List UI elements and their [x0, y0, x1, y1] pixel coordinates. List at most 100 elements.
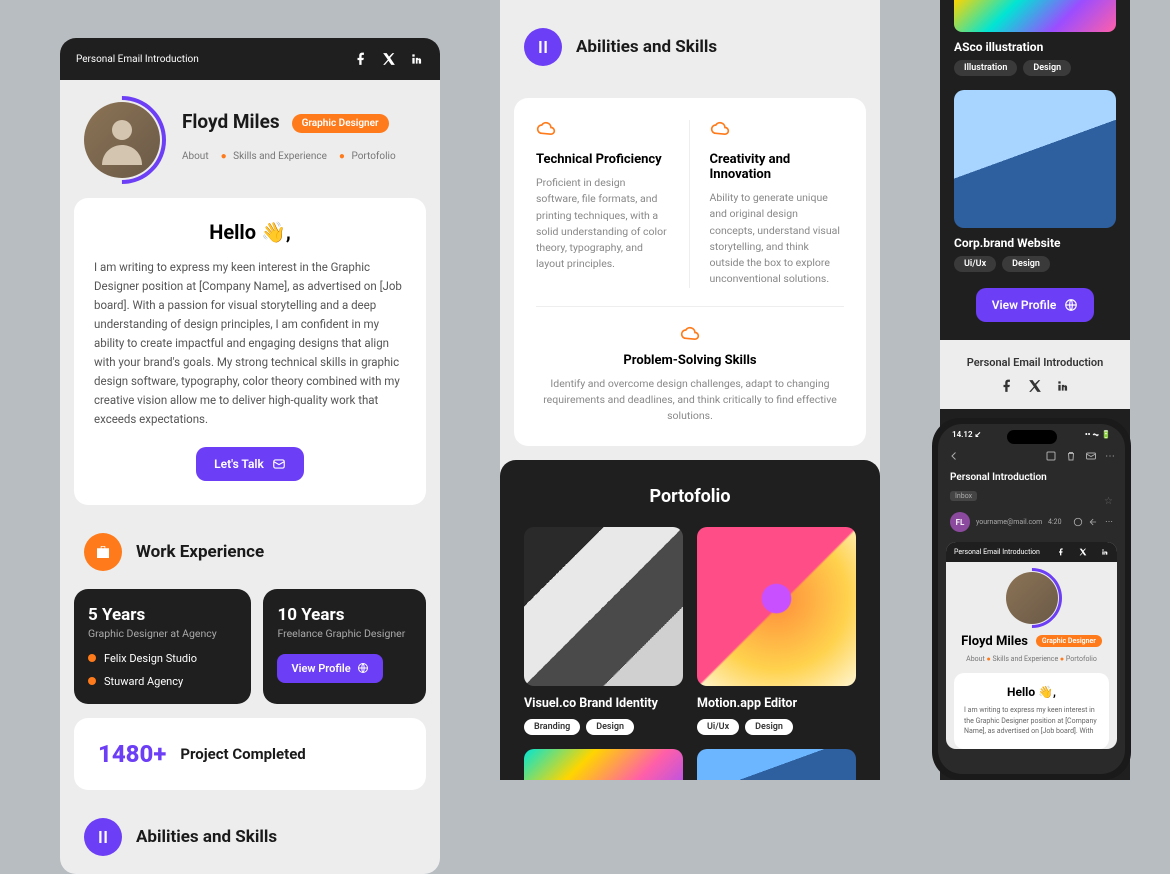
- cloud-icon: [536, 120, 671, 144]
- nav-about[interactable]: About: [182, 151, 209, 162]
- mini-text: I am writing to express my keen interest…: [964, 705, 1099, 737]
- portfolio-name: ASco illustration: [954, 40, 1116, 54]
- x-icon[interactable]: [382, 52, 396, 66]
- mini-badge: Graphic Designer: [1036, 635, 1102, 647]
- tag: Design: [1002, 256, 1050, 272]
- lets-talk-button[interactable]: Let's Talk: [196, 447, 304, 481]
- mini-name: Floyd Miles: [961, 634, 1028, 649]
- portfolio-thumb: [697, 749, 856, 780]
- mail-header: ⋯: [938, 444, 1125, 468]
- skills-header: Abilities and Skills: [500, 0, 880, 84]
- skill-title: Creativity and Innovation: [710, 152, 845, 182]
- mail-icon: [272, 457, 286, 471]
- linkedin-icon[interactable]: [1101, 548, 1109, 556]
- abilities-icon: [524, 28, 562, 66]
- view-profile-button[interactable]: View Profile: [976, 288, 1095, 322]
- stat-label: Project Completed: [180, 745, 305, 763]
- portfolio-title: Portofolio: [524, 486, 856, 507]
- mini-avatar: [1006, 572, 1058, 624]
- view-profile-button[interactable]: View Profile: [277, 654, 382, 683]
- footer: Personal Email Introduction: [940, 340, 1130, 409]
- emoji-icon[interactable]: [1073, 517, 1083, 527]
- skill-desc: Ability to generate unique and original …: [710, 190, 845, 288]
- mini-topbar-title: Personal Email Introduction: [954, 548, 1040, 556]
- tag: Branding: [524, 719, 580, 735]
- hero: Floyd Miles Graphic Designer About● Skil…: [60, 80, 440, 178]
- intro-text: I am writing to express my keen interest…: [94, 258, 406, 429]
- tag: Design: [1023, 60, 1071, 76]
- portfolio-name: Visuel.co Brand Identity: [524, 696, 683, 711]
- mini-nav: About ● Skills and Experience ● Portofol…: [958, 655, 1105, 663]
- avatar-ring: [60, 78, 184, 202]
- facebook-icon[interactable]: [354, 52, 368, 66]
- mini-intro-card: Hello 👋, I am writing to express my keen…: [954, 673, 1109, 749]
- x-icon[interactable]: [1079, 548, 1087, 556]
- social-icons: [354, 52, 424, 66]
- portfolio-section: Portofolio Visuel.co Brand Identity Bran…: [500, 460, 880, 780]
- exp-item: Felix Design Studio: [88, 652, 237, 665]
- sender-avatar: FL: [950, 512, 970, 532]
- archive-icon[interactable]: [1045, 450, 1057, 462]
- exp-years: 10 Years: [277, 605, 412, 625]
- exp-role: Graphic Designer at Agency: [88, 627, 237, 640]
- sender-time: 4:20: [1048, 518, 1062, 526]
- middle-panel: Abilities and Skills Technical Proficien…: [500, 0, 880, 780]
- exp-card-1: 5 Years Graphic Designer at Agency Felix…: [74, 589, 251, 704]
- exp-card-2: 10 Years Freelance Graphic Designer View…: [263, 589, 426, 704]
- more-icon[interactable]: ⋯: [1105, 451, 1115, 462]
- experience-row: 5 Years Graphic Designer at Agency Felix…: [60, 589, 440, 704]
- back-icon[interactable]: [948, 450, 960, 462]
- linkedin-icon[interactable]: [410, 52, 424, 66]
- work-title: Work Experience: [136, 542, 264, 562]
- tag: Illustration: [954, 60, 1017, 76]
- skills-title: Abilities and Skills: [576, 37, 717, 57]
- tag: Ui/Ux: [697, 719, 739, 735]
- portfolio-item[interactable]: [697, 749, 856, 780]
- reply-icon[interactable]: [1089, 517, 1099, 527]
- skills-title: Abilities and Skills: [136, 827, 277, 847]
- cloud-icon: [536, 325, 844, 345]
- portfolio-item[interactable]: Visuel.co Brand Identity Branding Design: [524, 527, 683, 735]
- nav-portfolio[interactable]: Portofolio: [351, 151, 395, 162]
- portfolio-item[interactable]: [524, 749, 683, 780]
- portfolio-thumb: [524, 527, 683, 686]
- skills-card: Technical Proficiency Proficient in desi…: [514, 98, 866, 446]
- tag: Design: [745, 719, 793, 735]
- star-icon[interactable]: ☆: [1104, 496, 1113, 507]
- portfolio-name: Corp.brand Website: [954, 236, 1116, 250]
- skill-col-3: Problem-Solving Skills Identify and over…: [536, 307, 844, 425]
- facebook-icon[interactable]: [1000, 379, 1014, 393]
- x-icon[interactable]: [1028, 379, 1042, 393]
- nav-skills[interactable]: Skills and Experience: [233, 151, 327, 162]
- briefcase-icon: [84, 533, 122, 571]
- delete-icon[interactable]: [1065, 450, 1077, 462]
- sender-email: yourname@mail.com: [976, 518, 1042, 526]
- skill-col-1: Technical Proficiency Proficient in desi…: [536, 120, 690, 288]
- inbox-badge: Inbox: [950, 491, 977, 501]
- skill-desc: Identify and overcome design challenges,…: [536, 376, 844, 425]
- profile-nav: About● Skills and Experience● Portofolio: [182, 151, 404, 162]
- exp-item: Stuward Agency: [88, 675, 237, 688]
- cloud-icon: [710, 120, 845, 144]
- exp-role: Freelance Graphic Designer: [277, 627, 412, 640]
- skill-col-2: Creativity and Innovation Ability to gen…: [710, 120, 845, 288]
- skill-desc: Proficient in design software, file form…: [536, 175, 671, 273]
- portfolio-item[interactable]: Motion.app Editor Ui/Ux Design: [697, 527, 856, 735]
- portfolio-thumb: [954, 0, 1116, 32]
- topbar: Personal Email Introduction: [60, 38, 440, 80]
- more-icon[interactable]: ⋯: [1105, 517, 1113, 527]
- portfolio-thumb: [697, 527, 856, 686]
- mail-subject: Personal Introduction: [950, 472, 1113, 483]
- portfolio-thumb: [954, 90, 1116, 228]
- profile-name: Floyd Miles: [182, 110, 280, 133]
- work-header: Work Experience: [60, 505, 440, 589]
- mail-icon[interactable]: [1085, 450, 1097, 462]
- mini-hello: Hello 👋,: [964, 685, 1099, 699]
- skills-header-bottom: Abilities and Skills: [60, 790, 440, 874]
- stat-number: 1480+: [98, 740, 166, 768]
- facebook-icon[interactable]: [1057, 548, 1065, 556]
- footer-title: Personal Email Introduction: [940, 356, 1130, 369]
- linkedin-icon[interactable]: [1056, 379, 1070, 393]
- skill-title: Technical Proficiency: [536, 152, 671, 167]
- mail-subject-row: Personal Introduction Inbox ☆: [938, 468, 1125, 506]
